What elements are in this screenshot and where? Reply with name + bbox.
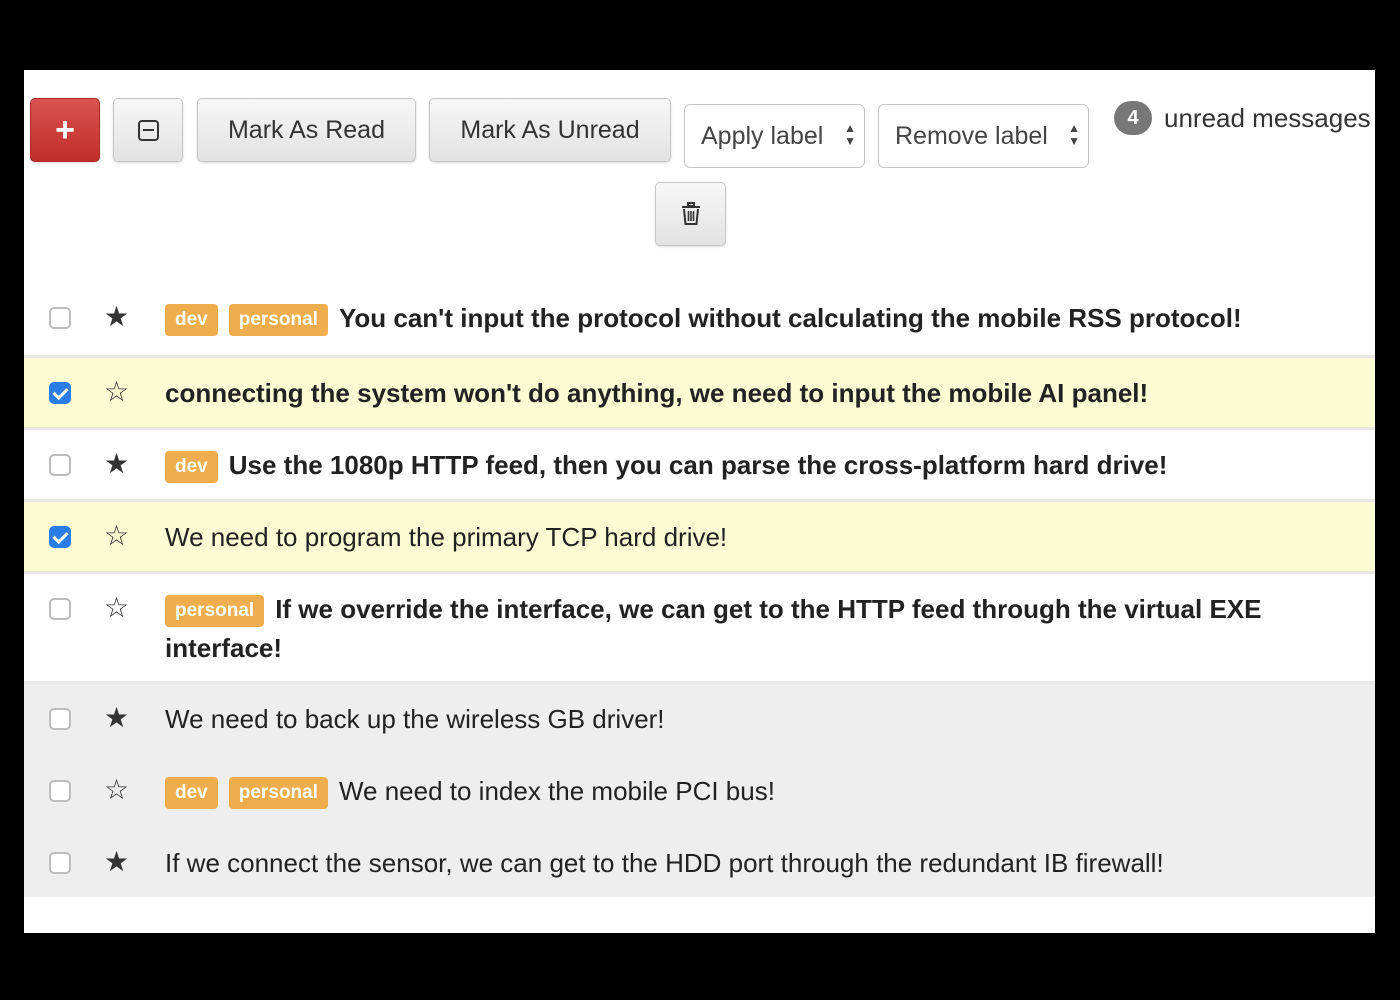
star-filled-icon[interactable]: ★ [104, 844, 129, 880]
unread-text: unread messages [1164, 102, 1371, 133]
star-outline-icon[interactable]: ☆ [104, 590, 129, 626]
message-checkbox[interactable] [49, 852, 71, 874]
label-badge: dev [165, 304, 218, 336]
message-subject[interactable]: You can't input the protocol without cal… [339, 303, 1242, 333]
star-outline-icon[interactable]: ☆ [104, 374, 129, 410]
message-content[interactable]: connecting the system won't do anything,… [24, 358, 1375, 426]
message-subject[interactable]: If we connect the sensor, we can get to … [165, 848, 1164, 878]
remove-label-select[interactable]: Remove label ▲ ▼ [878, 104, 1089, 168]
apply-label-select[interactable]: Apply label ▲ ▼ [684, 104, 865, 168]
message-content[interactable]: We need to back up the wireless GB drive… [24, 684, 1375, 752]
message-subject[interactable]: We need to back up the wireless GB drive… [165, 704, 665, 734]
remove-label-value: Remove label [895, 121, 1048, 150]
message-subject[interactable]: connecting the system won't do anything,… [165, 378, 1148, 408]
star-outline-icon[interactable]: ☆ [104, 518, 129, 554]
message-row[interactable]: ☆ personal If we override the interface, w… [24, 571, 1375, 681]
label-badge: personal [165, 595, 265, 627]
message-checkbox[interactable] [49, 708, 71, 730]
message-row[interactable]: ★ dev Use the 1080p HTTP feed, then you ca… [24, 427, 1375, 499]
star-filled-icon[interactable]: ★ [104, 446, 129, 482]
message-content[interactable]: dev personal You can't input the protocol … [24, 283, 1375, 352]
message-subject[interactable]: We need to index the mobile PCI bus! [339, 776, 775, 806]
message-checkbox[interactable] [49, 780, 71, 802]
message-row[interactable]: ☆ dev personal We need to index the mobile … [24, 753, 1375, 825]
message-subject[interactable]: Use the 1080p HTTP feed, then you can pa… [229, 450, 1168, 480]
inbox-view: + Mark As Read Mark As Unread Apply labe… [24, 70, 1375, 933]
mark-as-unread-button[interactable]: Mark As Unread [429, 98, 671, 162]
message-row[interactable]: ☆ connecting the system won't do anything… [24, 355, 1375, 427]
mark-as-read-button[interactable]: Mark As Read [197, 98, 416, 162]
plus-icon: + [55, 110, 75, 149]
unread-count: 4 unread messages [1114, 98, 1371, 138]
message-row[interactable]: ★ We need to back up the wireless GB driv… [24, 681, 1375, 753]
message-checkbox[interactable] [49, 454, 71, 476]
message-content[interactable]: dev Use the 1080p HTTP feed, then you can… [24, 430, 1375, 499]
message-checkbox[interactable] [49, 526, 71, 548]
label-badge: dev [165, 777, 218, 809]
message-row[interactable]: ★ If we connect the sensor, we can get to… [24, 825, 1375, 897]
select-arrows-icon: ▲ ▼ [844, 121, 856, 148]
compose-button[interactable]: + [30, 98, 100, 162]
select-all-button[interactable] [113, 98, 183, 162]
message-content[interactable]: We need to program the primary TCP hard … [24, 502, 1375, 570]
message-row[interactable]: ☆ We need to program the primary TCP hard… [24, 499, 1375, 571]
message-list: ★ dev personal You can't input the protocol… [24, 283, 1375, 897]
message-subject[interactable]: We need to program the primary TCP hard … [165, 522, 727, 552]
star-filled-icon[interactable]: ★ [104, 700, 129, 736]
message-content[interactable]: dev personal We need to index the mobile P… [24, 756, 1375, 825]
minus-square-icon [137, 119, 159, 141]
message-checkbox[interactable] [49, 307, 71, 329]
label-badge: personal [228, 777, 328, 809]
message-content[interactable]: If we connect the sensor, we can get to … [24, 828, 1375, 896]
message-subject[interactable]: If we override the interface, we can get… [165, 594, 1261, 663]
toolbar: + Mark As Read Mark As Unread Apply labe… [24, 70, 1375, 270]
label-badge: personal [228, 304, 328, 336]
unread-badge: 4 [1114, 101, 1152, 135]
trash-icon [681, 202, 700, 225]
apply-label-value: Apply label [701, 121, 824, 150]
message-content[interactable]: personal If we override the interface, we… [24, 574, 1375, 681]
delete-button[interactable] [655, 182, 726, 246]
message-checkbox[interactable] [49, 382, 71, 404]
star-filled-icon[interactable]: ★ [104, 299, 129, 335]
message-row[interactable]: ★ dev personal You can't input the protocol… [24, 283, 1375, 355]
select-arrows-icon: ▲ ▼ [1068, 121, 1080, 148]
label-badge: dev [165, 451, 218, 483]
star-outline-icon[interactable]: ☆ [104, 772, 129, 808]
message-checkbox[interactable] [49, 598, 71, 620]
